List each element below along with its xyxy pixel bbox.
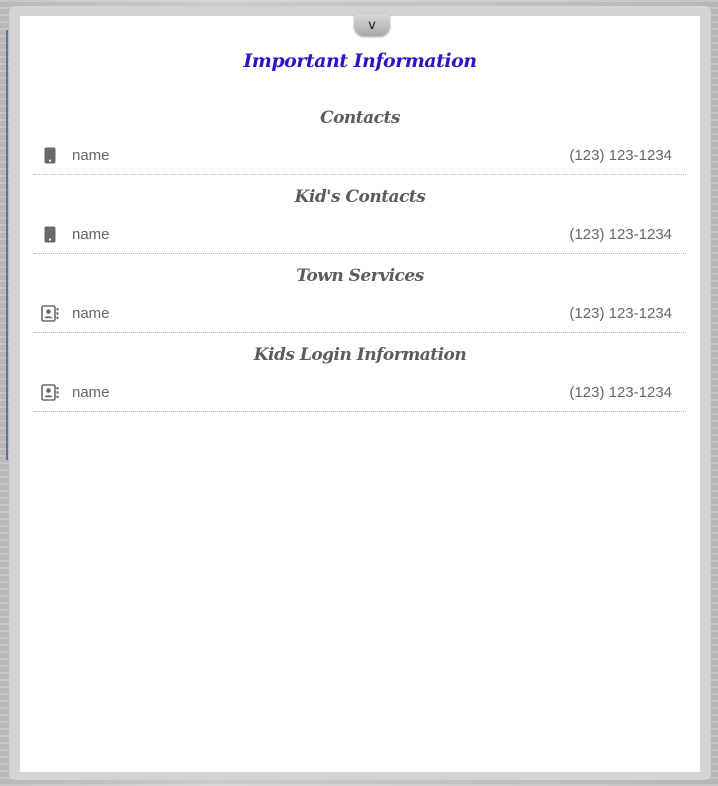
page-title: Important Information <box>243 50 477 72</box>
section-heading-town-services: Town Services <box>296 266 424 286</box>
contact-list: Contacts name (123) 123-1234 Kid's Conta… <box>34 96 686 412</box>
contact-name: name <box>72 225 110 243</box>
contact-phone: (123) 123-1234 <box>569 383 672 401</box>
contact-card-icon <box>38 383 62 401</box>
contact-row[interactable]: name (123) 123-1234 <box>34 373 686 412</box>
section-heading-contacts: Contacts <box>320 108 400 128</box>
contact-phone: (123) 123-1234 <box>569 304 672 322</box>
phone-icon <box>38 147 62 164</box>
contact-card-icon <box>38 304 62 322</box>
chevron-down-icon: v <box>368 18 376 33</box>
contact-row[interactable]: name (123) 123-1234 <box>34 294 686 333</box>
section-heading-kids-login-information: Kids Login Information <box>253 345 467 365</box>
background-panel-edge <box>6 30 8 460</box>
contact-name: name <box>72 304 110 322</box>
contact-row[interactable]: name (123) 123-1234 <box>34 215 686 254</box>
info-sheet: v Important Information Contacts name (1… <box>20 14 700 772</box>
contact-phone: (123) 123-1234 <box>569 225 672 243</box>
contact-name: name <box>72 146 110 164</box>
section-heading-kids-contacts: Kid's Contacts <box>294 187 426 207</box>
contact-phone: (123) 123-1234 <box>569 146 672 164</box>
info-modal: v Important Information Contacts name (1… <box>9 6 711 780</box>
collapse-handle-button[interactable]: v <box>354 14 390 36</box>
phone-icon <box>38 226 62 243</box>
contact-row[interactable]: name (123) 123-1234 <box>34 136 686 175</box>
contact-name: name <box>72 383 110 401</box>
